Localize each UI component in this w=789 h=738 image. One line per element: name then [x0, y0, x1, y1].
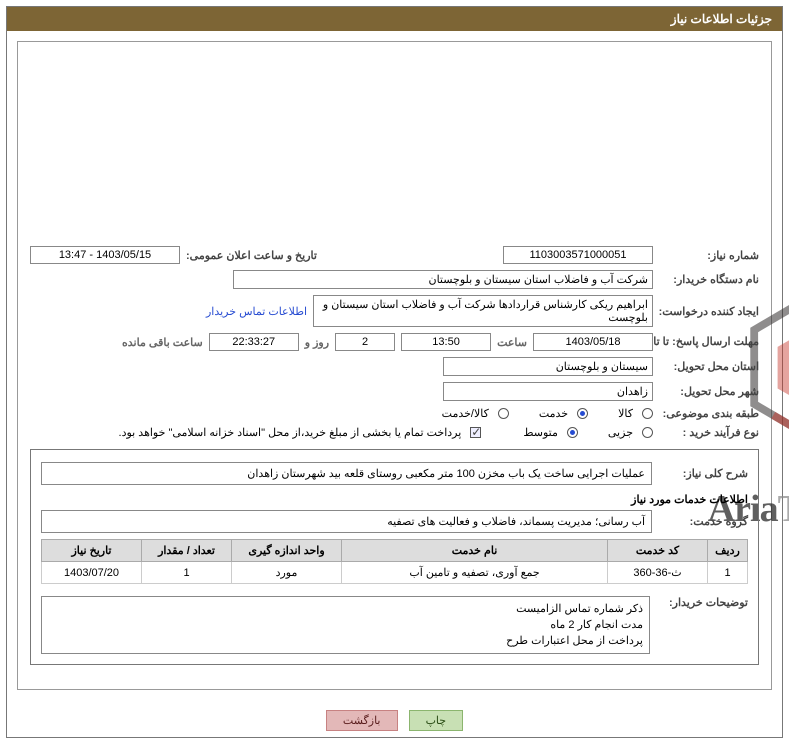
group-field: آب رسانی؛ مدیریت پسماند، فاضلاب و فعالیت… [41, 510, 652, 533]
deadline-date-field: 1403/05/18 [533, 333, 653, 351]
deadline-time-field: 13:50 [401, 333, 491, 351]
deadline-label: مهلت ارسال پاسخ: تا تاریخ: [659, 336, 759, 348]
th-date: تاریخ نیاز [42, 540, 142, 562]
province-field: سیستان و بلوچستان [443, 357, 653, 376]
table-row: 1 ث-36-360 جمع آوری، تصفیه و تامین آب مو… [42, 562, 748, 584]
class-opt-c: کالا/خدمت [442, 407, 489, 420]
services-table: ردیف کد خدمت نام خدمت واحد اندازه گیری ت… [41, 539, 748, 584]
content-area: AriaTender.net شماره نیاز: 1103003571000… [17, 41, 772, 690]
need-no-label: شماره نیاز: [659, 249, 759, 262]
class-radio-khedmat[interactable] [577, 408, 588, 419]
note-line-2: مدت انجام کار 2 ماه [48, 617, 643, 633]
cell-date: 1403/07/20 [42, 562, 142, 584]
detail-box: شرح کلی نیاز: عملیات اجرایی ساخت یک باب … [30, 449, 759, 665]
datetime-label: تاریخ و ساعت اعلان عمومی: [186, 249, 317, 262]
buyer-notes-label: توضیحات خریدار: [658, 596, 748, 609]
buyer-field: شرکت آب و فاضلاب استان سیستان و بلوچستان [233, 270, 653, 289]
class-opt-a: کالا [618, 407, 633, 420]
window-frame: جزئیات اطلاعات نیاز AriaTender.net شماره… [6, 6, 783, 738]
proc-label: نوع فرآیند خرید : [659, 426, 759, 439]
datetime-field: 1403/05/15 - 13:47 [30, 246, 180, 264]
cell-name: جمع آوری، تصفیه و تامین آب [342, 562, 608, 584]
class-radio-both[interactable] [498, 408, 509, 419]
proc-radio-medium[interactable] [567, 427, 578, 438]
buyer-label: نام دستگاه خریدار: [659, 273, 759, 286]
th-name: نام خدمت [342, 540, 608, 562]
note-line-3: پرداخت از محل اعتبارات طرح [48, 633, 643, 649]
desc-field: عملیات اجرایی ساخت یک باب مخزن 100 متر م… [41, 462, 652, 485]
class-label: طبقه بندی موضوعی: [659, 407, 759, 420]
pay-note: پرداخت تمام یا بخشی از مبلغ خرید،از محل … [119, 426, 462, 439]
button-bar: چاپ بازگشت [7, 700, 782, 737]
proc-opt-b: متوسط [523, 426, 558, 439]
cell-code: ث-36-360 [608, 562, 708, 584]
th-idx: ردیف [708, 540, 748, 562]
time-word: ساعت [497, 336, 527, 349]
need-no-field: 1103003571000051 [503, 246, 653, 264]
requester-field: ابراهیم ریکی کارشناس قراردادها شرکت آب و… [313, 295, 653, 327]
cell-unit: مورد [232, 562, 342, 584]
group-label: گروه خدمت: [658, 515, 748, 528]
desc-label: شرح کلی نیاز: [658, 467, 748, 480]
days-and: روز و [305, 336, 329, 349]
note-line-1: ذکر شماره تماس الزامیست [48, 601, 643, 617]
requester-label: ایجاد کننده درخواست: [659, 305, 759, 318]
buyer-notes-box: ذکر شماره تماس الزامیست مدت انجام کار 2 … [41, 596, 650, 654]
city-field: زاهدان [443, 382, 653, 401]
th-unit: واحد اندازه گیری [232, 540, 342, 562]
services-title: اطلاعات خدمات مورد نیاز [41, 493, 748, 506]
print-button[interactable]: چاپ [409, 710, 464, 731]
city-label: شهر محل تحویل: [659, 385, 759, 398]
treasury-checkbox[interactable] [470, 427, 481, 438]
panel-title: جزئیات اطلاعات نیاز [7, 7, 782, 31]
proc-radio-small[interactable] [642, 427, 653, 438]
class-radio-kala[interactable] [642, 408, 653, 419]
remain-label: ساعت باقی مانده [122, 336, 203, 349]
cell-idx: 1 [708, 562, 748, 584]
contact-link[interactable]: اطلاعات تماس خریدار [206, 305, 307, 318]
class-opt-b: خدمت [539, 407, 568, 420]
proc-opt-a: جزیی [608, 426, 633, 439]
countdown-field: 22:33:27 [209, 333, 299, 351]
days-field: 2 [335, 333, 395, 351]
th-qty: تعداد / مقدار [142, 540, 232, 562]
back-button[interactable]: بازگشت [326, 710, 398, 731]
th-code: کد خدمت [608, 540, 708, 562]
province-label: استان محل تحویل: [659, 360, 759, 373]
cell-qty: 1 [142, 562, 232, 584]
